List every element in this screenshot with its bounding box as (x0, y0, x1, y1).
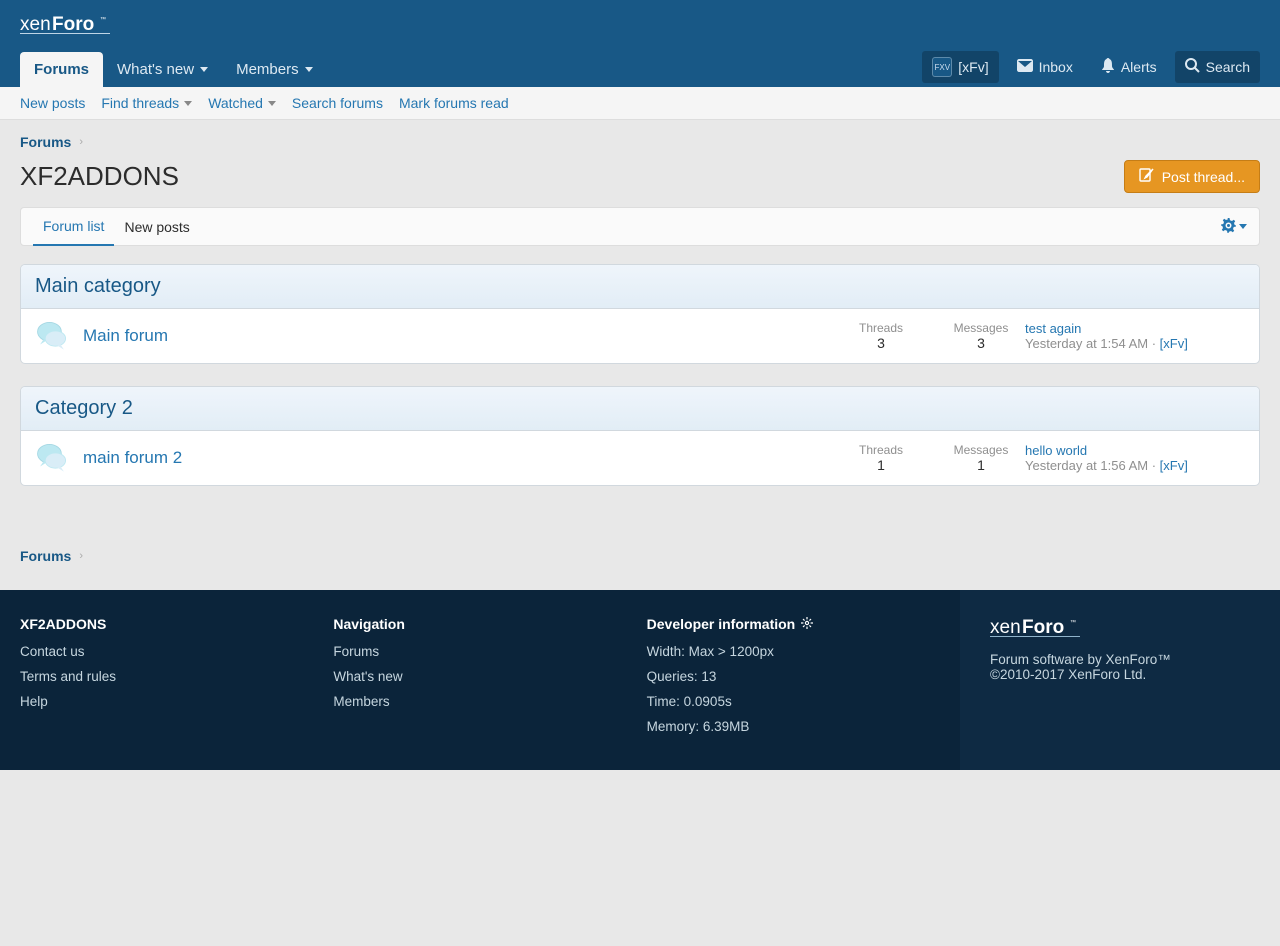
latest-time: Yesterday at 1:56 AM (1025, 458, 1148, 473)
nav-tab-whatsnew[interactable]: What's new (103, 52, 222, 87)
chevron-down-icon (1239, 224, 1247, 229)
latest-thread-link[interactable]: hello world (1025, 443, 1087, 458)
threads-label: Threads (851, 321, 911, 335)
category-title[interactable]: Category 2 (35, 397, 133, 419)
subnav-mark-read[interactable]: Mark forums read (399, 95, 509, 111)
footer-copyright: ©2010-2017 XenForo Ltd. (990, 667, 1250, 682)
footer-nav-whatsnew[interactable]: What's new (333, 669, 626, 684)
subnav-new-posts[interactable]: New posts (20, 95, 85, 111)
svg-text:™: ™ (1070, 619, 1076, 626)
footer-nav-members[interactable]: Members (333, 694, 626, 709)
avatar: FXV (932, 57, 952, 77)
chevron-down-icon (184, 101, 192, 106)
latest-user-link[interactable]: [xFv] (1160, 458, 1188, 473)
footer-col-title: Navigation (333, 616, 626, 632)
tab-new-posts[interactable]: New posts (114, 209, 199, 245)
footer-terms[interactable]: Terms and rules (20, 669, 313, 684)
messages-count: 3 (951, 335, 1011, 351)
nav-tab-members[interactable]: Members (222, 52, 327, 87)
latest-thread-link[interactable]: test again (1025, 321, 1081, 336)
footer-software-link[interactable]: Forum software by XenForo™ (990, 652, 1171, 667)
breadcrumb-forums[interactable]: Forums (20, 134, 71, 150)
svg-text:xen: xen (990, 617, 1021, 638)
user-menu[interactable]: FXV [xFv] (922, 51, 998, 83)
threads-count: 1 (851, 457, 911, 473)
threads-count: 3 (851, 335, 911, 351)
tab-forum-list[interactable]: Forum list (33, 208, 114, 246)
footer-col-title: XF2ADDONS (20, 616, 313, 632)
category-title[interactable]: Main category (35, 275, 161, 297)
nav-tab-forums[interactable]: Forums (20, 52, 103, 87)
forum-node: main forum 2Threads1Messages1hello world… (21, 431, 1259, 485)
brand-logo[interactable]: xen Foro ™ (20, 13, 130, 35)
svg-text:xen: xen (20, 14, 51, 35)
forum-node: Main forumThreads3Messages3test againYes… (21, 309, 1259, 363)
speech-bubbles-icon (35, 319, 69, 353)
latest-time: Yesterday at 1:54 AM (1025, 336, 1148, 351)
dev-info: Time: 0.0905s (647, 694, 940, 709)
footer-contact[interactable]: Contact us (20, 644, 313, 659)
bell-icon (1101, 58, 1115, 76)
subnav-search-forums[interactable]: Search forums (292, 95, 383, 111)
messages-label: Messages (951, 321, 1011, 335)
chevron-down-icon (200, 67, 208, 72)
messages-count: 1 (951, 457, 1011, 473)
svg-text:™: ™ (100, 16, 106, 23)
footer-dev-title: Developer information (647, 616, 940, 632)
envelope-icon (1017, 59, 1033, 75)
dev-info: Width: Max > 1200px (647, 644, 940, 659)
dev-info: Memory: 6.39MB (647, 719, 940, 734)
settings-button[interactable] (1221, 218, 1247, 236)
messages-label: Messages (951, 443, 1011, 457)
edit-icon (1139, 168, 1154, 185)
svg-text:Foro: Foro (1022, 617, 1064, 638)
footer-help[interactable]: Help (20, 694, 313, 709)
chevron-right-icon: › (79, 136, 83, 148)
forum-title[interactable]: Main forum (83, 326, 168, 345)
gear-icon (1221, 218, 1236, 236)
post-thread-button[interactable]: Post thread... (1124, 160, 1260, 193)
subnav-find-threads[interactable]: Find threads (101, 95, 192, 111)
gear-icon (801, 616, 813, 632)
forum-title[interactable]: main forum 2 (83, 448, 182, 467)
chevron-down-icon (268, 101, 276, 106)
footer-nav-forums[interactable]: Forums (333, 644, 626, 659)
threads-label: Threads (851, 443, 911, 457)
footer-brand-logo[interactable]: xen Foro ™ (990, 616, 1250, 641)
page-title: XF2ADDONS (20, 161, 1124, 192)
inbox-button[interactable]: Inbox (1007, 51, 1083, 83)
dev-info: Queries: 13 (647, 669, 940, 684)
latest-user-link[interactable]: [xFv] (1160, 336, 1188, 351)
breadcrumb-forums-bottom[interactable]: Forums (20, 548, 71, 564)
subnav-watched[interactable]: Watched (208, 95, 276, 111)
svg-text:Foro: Foro (52, 14, 94, 35)
chevron-right-icon: › (79, 550, 83, 562)
alerts-button[interactable]: Alerts (1091, 51, 1167, 83)
search-icon (1185, 58, 1200, 76)
search-button[interactable]: Search (1175, 51, 1260, 83)
speech-bubbles-icon (35, 441, 69, 475)
chevron-down-icon (305, 67, 313, 72)
